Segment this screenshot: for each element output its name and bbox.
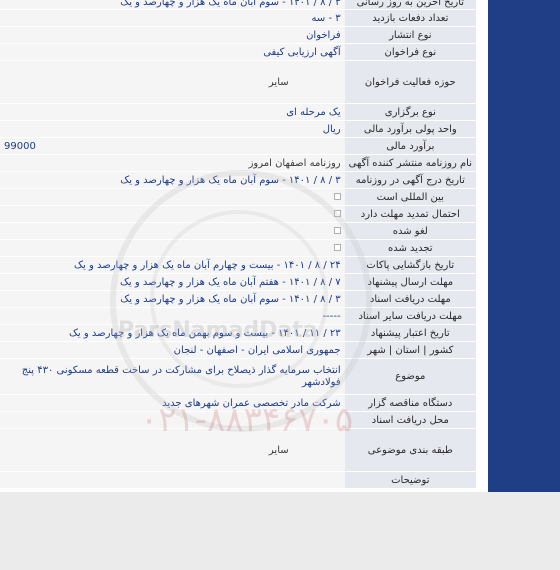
value-publish-type: فراخوان	[0, 27, 345, 44]
label-documents-deadline: مهلت دریافت اسناد	[344, 291, 476, 308]
tender-details-panel: تاریخ آخرین به روز رسانی ۳ / ۸ / ۱۴۰۱ - …	[0, 0, 488, 492]
value-opening-date: ۲۴ / ۸ / ۱۴۰۱ - بیست و چهارم آبان ماه یک…	[0, 257, 345, 274]
label-currency: واحد پولی برآورد مالی	[344, 121, 476, 138]
label-cancelled: لغو شده	[344, 223, 476, 240]
international-checkbox	[333, 193, 341, 200]
row-newspaper-date: تاریخ درج آگهی در روزنامه ۳ / ۸ / ۱۴۰۱ -…	[0, 172, 476, 189]
row-documents-location: محل دریافت اسناد	[0, 412, 476, 429]
row-description: توضیحات	[0, 472, 476, 489]
row-other-documents-deadline: مهلت دریافت سایر اسناد -----	[0, 308, 476, 325]
cancelled-checkbox	[333, 227, 341, 234]
row-location: کشور | استان | شهر جمهوری اسلامی ایران -…	[0, 342, 476, 359]
value-extension	[0, 206, 345, 223]
label-subject: موضوع	[344, 359, 476, 395]
label-visit-count: تعداد دفعات بازدید	[344, 10, 476, 27]
value-international	[0, 189, 345, 206]
label-estimate: برآورد مالی	[344, 138, 476, 155]
value-newspaper: روزنامه اصفهان امروز	[0, 155, 345, 172]
value-visit-count: ۳ - سه	[0, 10, 345, 27]
right-sidebar	[488, 0, 560, 492]
label-description: توضیحات	[344, 472, 476, 489]
value-organizer: شرکت مادر تخصصی عمران شهرهای جدید	[0, 395, 345, 412]
label-extension: احتمال تمدید مهلت دارد	[344, 206, 476, 223]
label-publish-type: نوع انتشار	[344, 27, 476, 44]
value-cancelled	[0, 223, 345, 240]
value-currency: ریال	[0, 121, 345, 138]
value-proposal-validity: ۲۳ / ۱۱ / ۱۴۰۱ - بیست و سوم بهمن ماه یک …	[0, 325, 345, 342]
value-subject: انتخاب سرمایه گذار ذیصلاح برای مشارکت در…	[0, 359, 345, 395]
label-international: بین المللی است	[344, 189, 476, 206]
value-description	[0, 472, 345, 489]
label-other-documents-deadline: مهلت دریافت سایر اسناد	[344, 308, 476, 325]
value-category: سایر	[0, 429, 345, 472]
value-renewed	[0, 240, 345, 257]
label-activity-field: حوزه فعالیت فراخوان	[344, 61, 476, 104]
row-category: طبقه بندی موضوعی سایر	[0, 429, 476, 472]
row-cancelled: لغو شده	[0, 223, 476, 240]
value-location: جمهوری اسلامی ایران - اصفهان - لنجان	[0, 342, 345, 359]
label-submission-deadline: مهلت ارسال پیشنهاد	[344, 274, 476, 291]
label-opening-date: تاریخ بازگشایی پاکات	[344, 257, 476, 274]
label-renewed: تجدید شده	[344, 240, 476, 257]
value-last-update: ۳ / ۸ / ۱۴۰۱ - سوم آبان ماه یک هزار و چه…	[0, 0, 345, 10]
label-newspaper-date: تاریخ درج آگهی در روزنامه	[344, 172, 476, 189]
label-last-update: تاریخ آخرین به روز رسانی	[344, 0, 476, 10]
label-location: کشور | استان | شهر	[344, 342, 476, 359]
row-proposal-validity: تاریخ اعتبار پیشنهاد ۲۳ / ۱۱ / ۱۴۰۱ - بی…	[0, 325, 476, 342]
row-documents-deadline: مهلت دریافت اسناد ۳ / ۸ / ۱۴۰۱ - سوم آبا…	[0, 291, 476, 308]
row-international: بین المللی است	[0, 189, 476, 206]
value-activity-field: سایر	[0, 61, 345, 104]
row-currency: واحد پولی برآورد مالی ریال	[0, 121, 476, 138]
value-documents-location	[0, 412, 345, 429]
row-opening-date: تاریخ بازگشایی پاکات ۲۴ / ۸ / ۱۴۰۱ - بیس…	[0, 257, 476, 274]
row-activity-field: حوزه فعالیت فراخوان سایر	[0, 61, 476, 104]
row-extension: احتمال تمدید مهلت دارد	[0, 206, 476, 223]
label-newspaper: نام روزنامه منتشر کننده آگهی	[344, 155, 476, 172]
value-estimate: 99000	[0, 138, 345, 155]
label-proposal-validity: تاریخ اعتبار پیشنهاد	[344, 325, 476, 342]
renewed-checkbox	[333, 244, 341, 251]
value-holding-type: یک مرحله ای	[0, 104, 345, 121]
row-organizer: دستگاه مناقصه گزار شرکت مادر تخصصی عمران…	[0, 395, 476, 412]
label-organizer: دستگاه مناقصه گزار	[344, 395, 476, 412]
value-call-type: آگهی ارزیابی کیفی	[0, 44, 345, 61]
label-documents-location: محل دریافت اسناد	[344, 412, 476, 429]
value-other-documents-deadline: -----	[0, 308, 345, 325]
tender-info-table: تاریخ آخرین به روز رسانی ۳ / ۸ / ۱۴۰۱ - …	[0, 0, 476, 489]
row-publish-type: نوع انتشار فراخوان	[0, 27, 476, 44]
row-newspaper: نام روزنامه منتشر کننده آگهی روزنامه اصف…	[0, 155, 476, 172]
label-holding-type: نوع برگزاری	[344, 104, 476, 121]
page-footer-area	[0, 492, 560, 570]
label-category: طبقه بندی موضوعی	[344, 429, 476, 472]
extension-checkbox	[333, 210, 341, 217]
row-submission-deadline: مهلت ارسال پیشنهاد ۷ / ۸ / ۱۴۰۱ - هفتم آ…	[0, 274, 476, 291]
row-subject: موضوع انتخاب سرمایه گذار ذیصلاح برای مشا…	[0, 359, 476, 395]
row-call-type: نوع فراخوان آگهی ارزیابی کیفی	[0, 44, 476, 61]
row-renewed: تجدید شده	[0, 240, 476, 257]
row-last-update: تاریخ آخرین به روز رسانی ۳ / ۸ / ۱۴۰۱ - …	[0, 0, 476, 10]
value-documents-deadline: ۳ / ۸ / ۱۴۰۱ - سوم آبان ماه یک هزار و چه…	[0, 291, 345, 308]
row-estimate: برآورد مالی 99000	[0, 138, 476, 155]
row-holding-type: نوع برگزاری یک مرحله ای	[0, 104, 476, 121]
label-call-type: نوع فراخوان	[344, 44, 476, 61]
row-visit-count: تعداد دفعات بازدید ۳ - سه	[0, 10, 476, 27]
value-newspaper-date: ۳ / ۸ / ۱۴۰۱ - سوم آبان ماه یک هزار و چه…	[0, 172, 345, 189]
value-submission-deadline: ۷ / ۸ / ۱۴۰۱ - هفتم آبان ماه یک هزار و چ…	[0, 274, 345, 291]
estimate-amount: 99000	[4, 140, 36, 152]
